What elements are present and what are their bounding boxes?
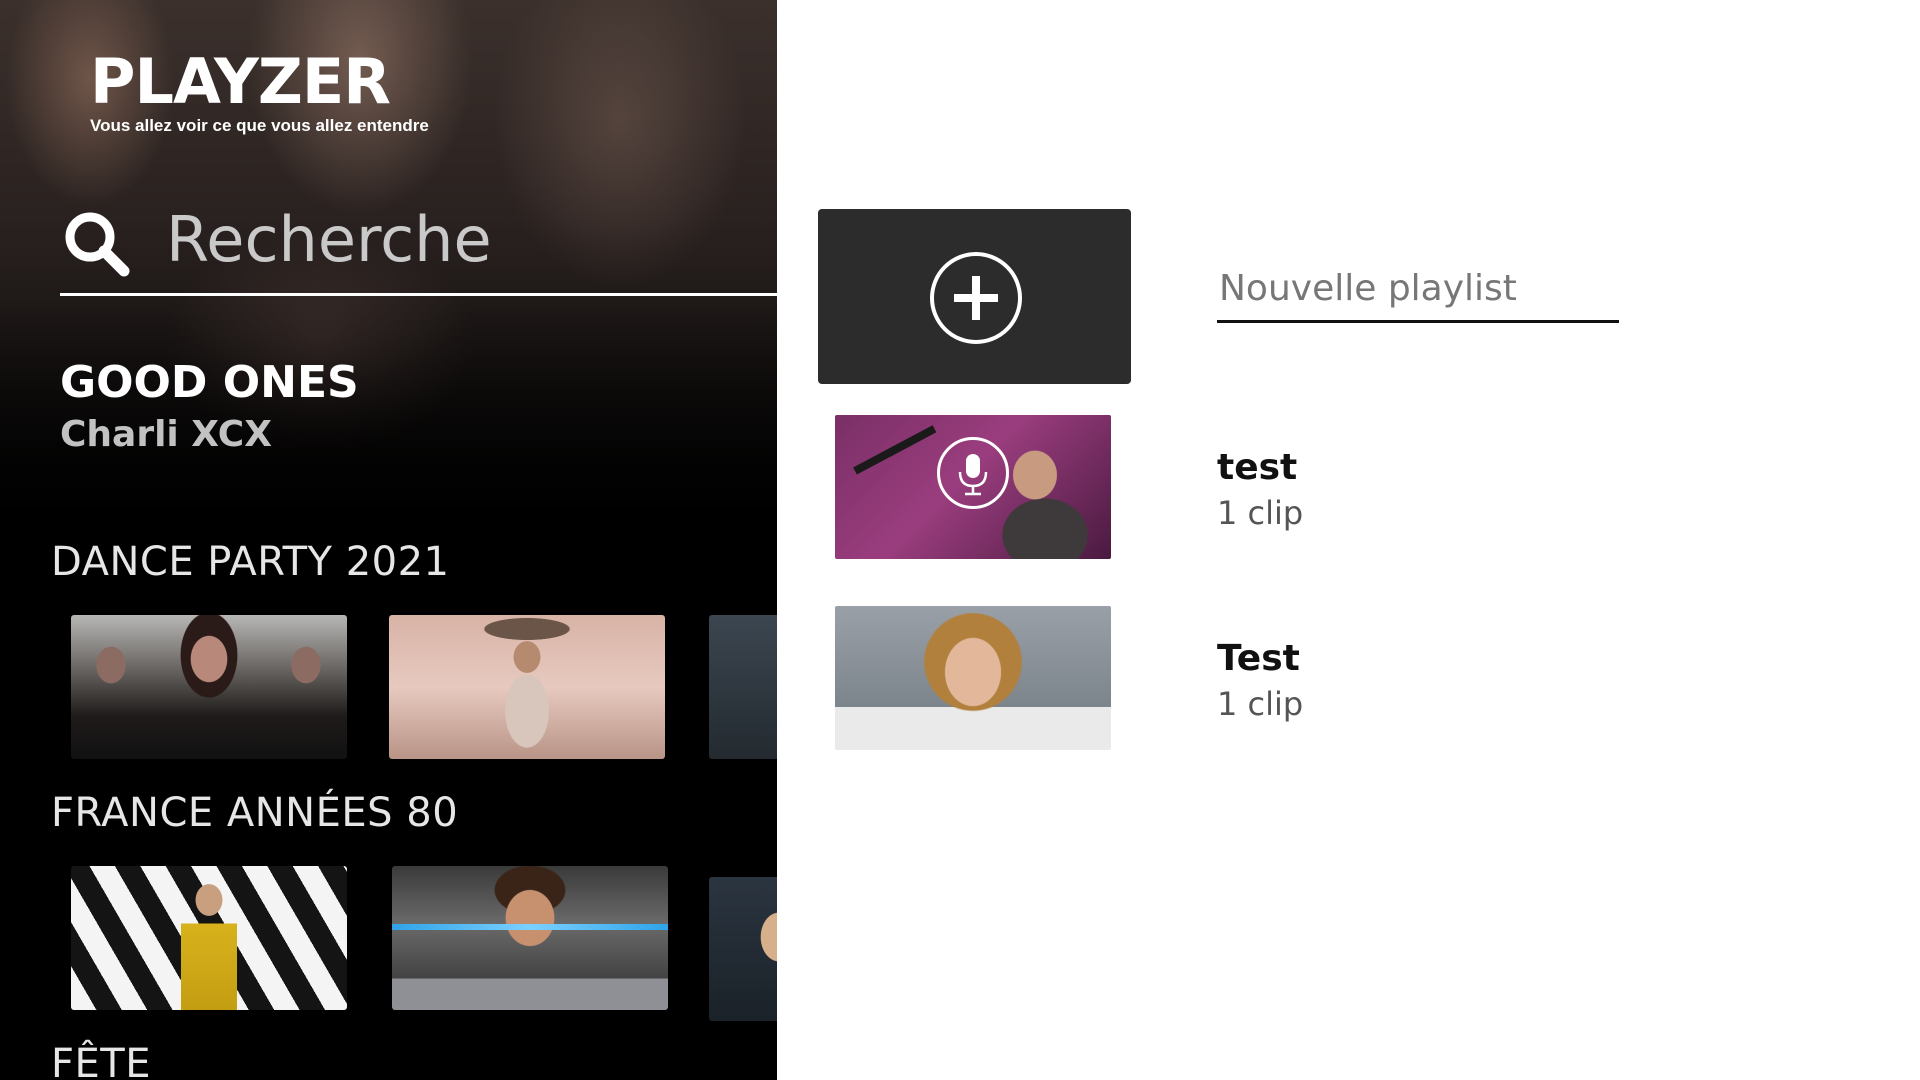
category-title: DANCE PARTY 2021: [51, 539, 450, 585]
playlist-name[interactable]: test: [1217, 448, 1297, 488]
new-playlist-input[interactable]: [1217, 262, 1623, 314]
logo-wordmark: PLAYZER: [90, 45, 391, 118]
logo-tagline: Vous allez voir ce que vous allez entend…: [90, 116, 429, 135]
playlist-thumbnail[interactable]: [835, 415, 1111, 559]
video-thumbnail[interactable]: [392, 866, 668, 1010]
category-title: FÊTE: [51, 1041, 151, 1080]
video-thumbnail[interactable]: [71, 615, 347, 759]
app-logo: PLAYZER Vous allez voir ce que vous alle…: [90, 45, 429, 136]
plus-circle-icon: [930, 252, 1022, 344]
microphone-icon: [937, 437, 1009, 509]
playlist-clip-count: 1 clip: [1217, 685, 1304, 723]
category-title: FRANCE ANNÉES 80: [51, 790, 459, 836]
video-thumbnail[interactable]: [71, 866, 347, 1010]
playlist-name[interactable]: Test: [1217, 639, 1300, 679]
search-icon[interactable]: [60, 207, 132, 279]
video-thumbnail[interactable]: [389, 615, 665, 759]
new-playlist-button[interactable]: [818, 209, 1131, 384]
now-playing-artist: Charli XCX: [60, 414, 272, 455]
browse-panel: PLAYZER Vous allez voir ce que vous alle…: [0, 0, 777, 1080]
search-bar[interactable]: [60, 195, 777, 296]
new-playlist-name-field[interactable]: [1217, 258, 1623, 323]
thumbnail-decoration: [392, 924, 668, 930]
video-thumbnail[interactable]: [709, 877, 777, 1021]
search-input[interactable]: [164, 203, 728, 275]
video-thumbnail[interactable]: [709, 615, 777, 759]
playlist-thumbnail[interactable]: [835, 606, 1111, 750]
playlist-clip-count: 1 clip: [1217, 494, 1304, 532]
microphone-prop: [853, 425, 937, 475]
now-playing-title: GOOD ONES: [60, 357, 359, 408]
